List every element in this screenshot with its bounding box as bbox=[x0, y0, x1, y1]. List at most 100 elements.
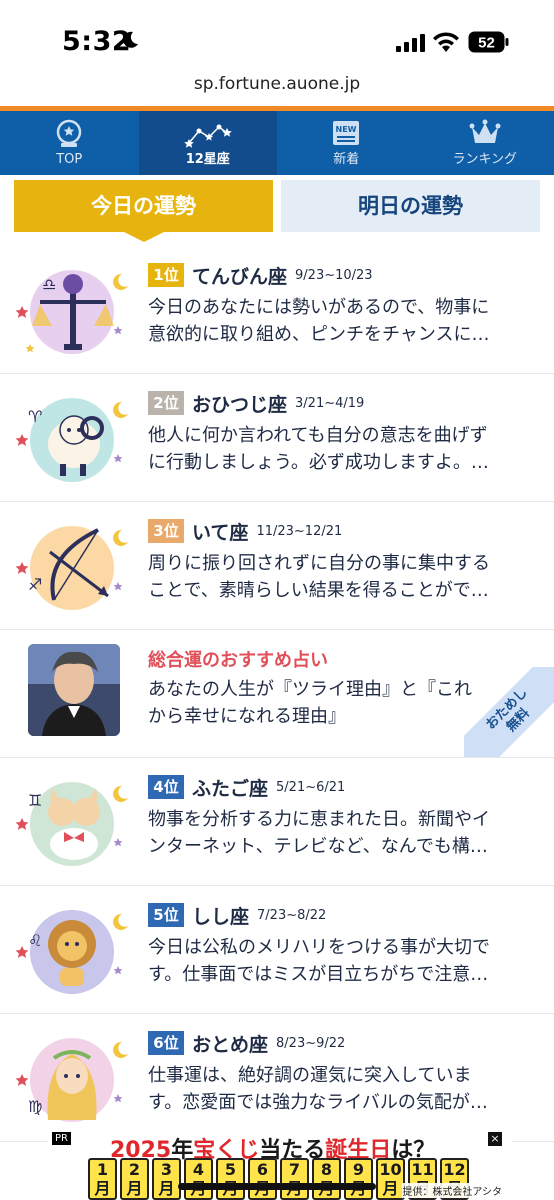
ribbon-label: おためし 無料 bbox=[464, 667, 554, 757]
rank-badge: 2位 bbox=[148, 391, 184, 415]
day-tabs: 今日の運勢 明日の運勢 bbox=[14, 180, 540, 242]
ad-month: 9月 bbox=[344, 1158, 373, 1200]
aries-icon: ♈ bbox=[15, 398, 128, 482]
item-heading: 4位 ふたご座 5/21~6/21 bbox=[148, 774, 345, 800]
svg-text:♎: ♎ bbox=[42, 275, 56, 294]
list-item[interactable]: ♐ 3位 いて座 11/23~12/21 周りに振り回されずに自分の事に集中する… bbox=[0, 502, 554, 630]
sign-dates: 7/23~8/22 bbox=[257, 907, 327, 923]
sign-dates: 3/21~4/19 bbox=[295, 395, 365, 411]
sign-name: おひつじ座 bbox=[192, 393, 288, 416]
item-heading: 3位 いて座 11/23~12/21 bbox=[148, 518, 342, 544]
item-heading: 1位 てんびん座 9/23~10/23 bbox=[148, 262, 373, 288]
sagittarius-icon: ♐ bbox=[15, 526, 128, 610]
ad-month: 2月 bbox=[120, 1158, 149, 1200]
leo-icon: ♌ bbox=[15, 910, 128, 994]
ad-month: 5月 bbox=[216, 1158, 245, 1200]
summary-line: ことで、素晴らしい結果を得ることがで… bbox=[148, 580, 489, 601]
fortune-summary: 周りに振り回されずに自分の事に集中する ことで、素晴らしい結果を得ることがで… bbox=[148, 550, 528, 604]
signal-icon bbox=[396, 34, 425, 52]
moon-icon bbox=[123, 31, 138, 48]
ad-month: 7月 bbox=[280, 1158, 309, 1200]
rank-badge: 3位 bbox=[148, 519, 184, 543]
summary-line: 意欲的に取り組め、ピンチをチャンスに… bbox=[148, 324, 490, 345]
rank-badge: 1位 bbox=[148, 263, 184, 287]
sign-dates: 9/23~10/23 bbox=[295, 267, 373, 283]
summary-line: す。恋愛面では強力なライバルの気配が… bbox=[148, 1092, 488, 1113]
gemini-icon: ♊ bbox=[15, 782, 128, 866]
pr-label: PR bbox=[52, 1132, 71, 1145]
ad-month: 3月 bbox=[152, 1158, 181, 1200]
nav-item-ranking[interactable]: ランキング bbox=[416, 111, 554, 175]
ad-month: 10月 bbox=[376, 1158, 405, 1200]
summary-line: 他人に何か言われても自分の意志を曲げず bbox=[148, 425, 488, 446]
status-bar: 5:32 52 sp.fortune.auone.jp bbox=[0, 0, 554, 94]
sign-dates: 5/21~6/21 bbox=[276, 779, 346, 795]
constellation-icon bbox=[183, 124, 232, 148]
summary-line: 今日のあなたには勢いがあるので、物事に bbox=[148, 297, 490, 318]
sign-name: てんびん座 bbox=[192, 265, 288, 288]
nav-label: 新着 bbox=[333, 152, 360, 167]
list-item[interactable]: ♍ 6位 おとめ座 8/23~9/22 仕事運は、絶好調の運気に突入していま す… bbox=[0, 1014, 554, 1142]
home-indicator[interactable] bbox=[178, 1183, 376, 1190]
sign-name: おとめ座 bbox=[192, 1033, 269, 1056]
ad-month: 4月 bbox=[184, 1158, 213, 1200]
tab-today[interactable]: 今日の運勢 bbox=[14, 180, 273, 232]
list-item[interactable]: ♌ 5位 しし座 7/23~8/22 今日は公私のメリハリをつける事が大切で す… bbox=[0, 886, 554, 1014]
libra-icon: ♎ bbox=[15, 270, 128, 354]
fortune-summary: 他人に何か言われても自分の意志を曲げず に行動しましょう。必ず成功しますよ。… bbox=[148, 422, 528, 476]
list-item[interactable]: ♈ 2位 おひつじ座 3/21~4/19 他人に何か言われても自分の意志を曲げず… bbox=[0, 374, 554, 502]
main-nav: TOP 12星座 NEW 新着 ランキング bbox=[0, 111, 554, 175]
svg-text:♊: ♊ bbox=[28, 791, 42, 810]
svg-text:♈: ♈ bbox=[28, 407, 42, 426]
rank-badge: 6位 bbox=[148, 1031, 184, 1055]
sign-dates: 8/23~9/22 bbox=[276, 1035, 346, 1051]
summary-line: 仕事運は、絶好調の運気に突入していま bbox=[148, 1065, 472, 1086]
promo-banner[interactable]: 総合運のおすすめ占い あなたの人生が『ツライ理由』と『これ から幸せになれる理由… bbox=[0, 630, 554, 758]
tab-tomorrow[interactable]: 明日の運勢 bbox=[281, 180, 540, 232]
sign-name: しし座 bbox=[192, 905, 250, 928]
fortune-summary: 今日のあなたには勢いがあるので、物事に 意欲的に取り組め、ピンチをチャンスに… bbox=[148, 294, 528, 348]
item-heading: 6位 おとめ座 8/23~9/22 bbox=[148, 1030, 345, 1056]
nav-item-top[interactable]: TOP bbox=[0, 111, 139, 175]
nav-item-new[interactable]: NEW 新着 bbox=[277, 111, 416, 175]
virgo-icon: ♍ bbox=[15, 1038, 128, 1122]
sign-dates: 11/23~12/21 bbox=[256, 523, 343, 539]
free-trial-ribbon: おためし 無料 bbox=[464, 667, 554, 757]
fortune-summary: 物事を分析する力に恵まれた日。新聞やイ ンターネット、テレビなど、なんでも構… bbox=[148, 806, 528, 860]
item-heading: 2位 おひつじ座 3/21~4/19 bbox=[148, 390, 364, 416]
nav-label: ランキング bbox=[452, 152, 518, 167]
summary-line: ンターネット、テレビなど、なんでも構… bbox=[148, 836, 488, 857]
svg-text:NEW: NEW bbox=[336, 125, 357, 134]
crystal-ball-icon bbox=[57, 119, 82, 147]
ad-credit: 提供：株式会社アシタ bbox=[402, 1183, 502, 1198]
crown-icon bbox=[469, 119, 501, 143]
ad-month: 8月 bbox=[312, 1158, 341, 1200]
sign-name: ふたご座 bbox=[192, 777, 269, 800]
summary-line: 物事を分析する力に恵まれた日。新聞やイ bbox=[148, 809, 490, 830]
promo-title: 総合運のおすすめ占い bbox=[148, 650, 328, 671]
wifi-icon bbox=[433, 32, 459, 52]
item-heading: 5位 しし座 7/23~8/22 bbox=[148, 902, 326, 928]
nav-label: TOP bbox=[56, 152, 83, 167]
svg-text:♍: ♍ bbox=[28, 1097, 42, 1116]
url-bar[interactable]: sp.fortune.auone.jp bbox=[0, 74, 554, 94]
sign-name: いて座 bbox=[192, 521, 249, 544]
summary-line: に行動しましょう。必ず成功しますよ。… bbox=[148, 452, 489, 473]
summary-line: 今日は公私のメリハリをつける事が大切で bbox=[148, 937, 490, 958]
svg-text:♐: ♐ bbox=[28, 575, 42, 594]
nav-item-12-signs[interactable]: 12星座 bbox=[138, 111, 277, 175]
rank-badge: 4位 bbox=[148, 775, 184, 799]
ad-month: 6月 bbox=[248, 1158, 277, 1200]
nav-label: 12星座 bbox=[185, 152, 230, 167]
fortune-summary: 今日は公私のメリハリをつける事が大切で す。仕事面ではミスが目立ちがちで注意… bbox=[148, 934, 528, 988]
svg-text:♌: ♌ bbox=[28, 931, 42, 950]
ad-month: 1月 bbox=[88, 1158, 117, 1200]
fortune-summary: 仕事運は、絶好調の運気に突入していま す。恋愛面では強力なライバルの気配が… bbox=[148, 1062, 528, 1116]
summary-line: 周りに振り回されずに自分の事に集中する bbox=[148, 553, 490, 574]
battery-level: 52 bbox=[478, 35, 495, 52]
list-item[interactable]: ♎ 1位 てんびん座 9/23~10/23 今日のあなたには勢いがあるので、物事… bbox=[0, 246, 554, 374]
ad-close-button[interactable]: × bbox=[488, 1132, 502, 1146]
new-badge-icon: NEW bbox=[333, 121, 360, 145]
list-item[interactable]: ♊ 4位 ふたご座 5/21~6/21 物事を分析する力に恵まれた日。新聞やイ … bbox=[0, 758, 554, 886]
fortune-teller-photo bbox=[28, 644, 120, 736]
